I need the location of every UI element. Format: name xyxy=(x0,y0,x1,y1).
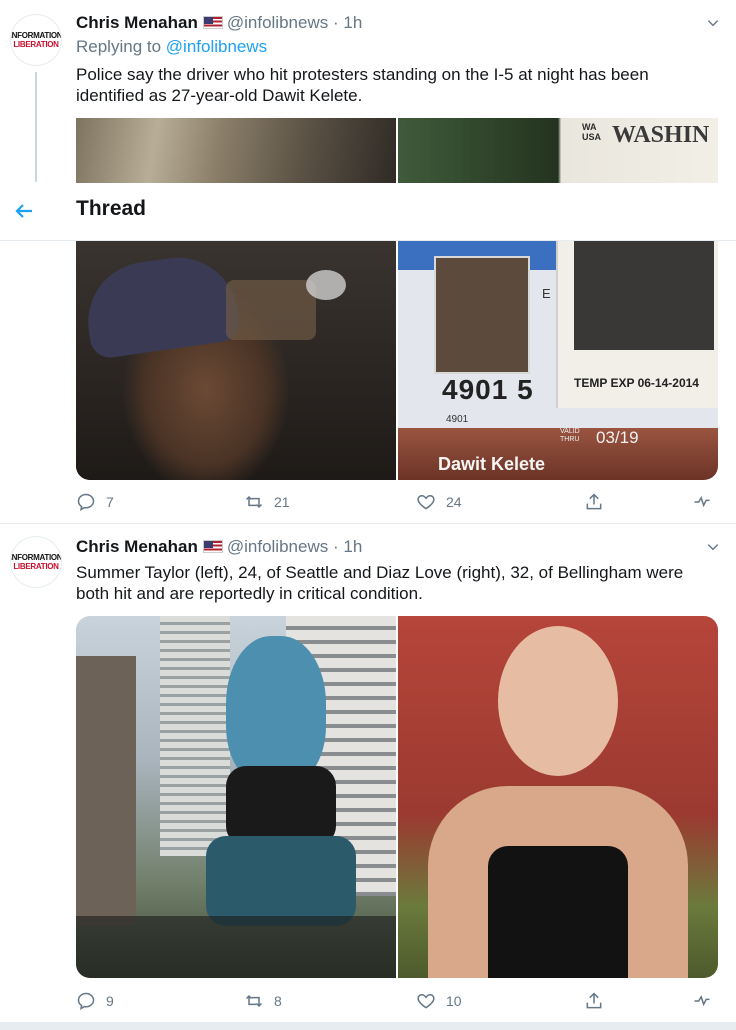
license-temp-exp: TEMP EXP 06-14-2014 xyxy=(574,376,699,390)
share-icon xyxy=(586,493,602,510)
retweet-icon xyxy=(245,994,263,1008)
reply-button[interactable]: 9 xyxy=(76,989,114,1013)
replying-to: Replying to @infolibnews xyxy=(76,37,268,56)
reply-icon xyxy=(77,493,95,511)
tweet-1[interactable]: INFORMATION LIBERATION Chris Menahan @inf… xyxy=(0,0,736,520)
tweet-text: Police say the driver who hit protesters… xyxy=(76,65,649,105)
timestamp[interactable]: 1h xyxy=(343,13,362,32)
tweet-text: Summer Taylor (left), 24, of Seattle and… xyxy=(76,563,684,603)
reply-count: 9 xyxy=(106,993,114,1009)
photo-driver-selfie[interactable] xyxy=(76,240,396,480)
analytics-button[interactable] xyxy=(692,490,722,514)
retweet-button[interactable]: 8 xyxy=(244,989,282,1013)
license-valid-date: 03/19 xyxy=(596,428,639,447)
retweet-count: 21 xyxy=(274,494,290,510)
photo-drivers-license[interactable]: E 4901 5 TEMP EXP 06-14-2014 4901 VALID … xyxy=(398,240,718,480)
avatar[interactable]: INFORMATION LIBERATION xyxy=(10,14,62,66)
thread-line xyxy=(35,72,37,182)
reply-handle-link[interactable]: @infolibnews xyxy=(166,37,267,56)
license-small-number: 4901 xyxy=(446,414,469,425)
share-button[interactable] xyxy=(584,989,614,1013)
like-count: 24 xyxy=(446,494,462,510)
thread-title: Thread xyxy=(76,197,147,220)
separator: · xyxy=(332,537,339,556)
reply-icon xyxy=(77,992,95,1010)
chevron-down-icon[interactable] xyxy=(706,540,719,552)
license-letter: E xyxy=(542,286,551,301)
license-name: Dawit Kelete xyxy=(438,454,546,474)
tweet-header: Chris Menahan @infolibnews · 1h xyxy=(76,12,362,34)
tweet-2[interactable]: INFORMATION LIBERATION Chris Menahan @inf… xyxy=(0,524,736,1022)
photo-room-top[interactable] xyxy=(76,118,396,184)
chevron-down-icon[interactable] xyxy=(706,16,719,28)
tweet-actions: 9 8 10 xyxy=(76,989,726,1013)
license-state-word: WASHIN xyxy=(612,122,710,148)
section-separator xyxy=(0,1022,736,1030)
avatar[interactable]: INFORMATION LIBERATION xyxy=(10,536,62,588)
reply-count: 7 xyxy=(106,494,114,510)
retweet-button[interactable]: 21 xyxy=(244,490,290,514)
us-flag-icon xyxy=(202,16,223,29)
license-number: 4901 5 xyxy=(442,374,534,405)
photo-diaz-love[interactable] xyxy=(398,616,718,978)
back-arrow-icon[interactable] xyxy=(12,199,36,223)
photo-id-top[interactable]: WA USA WASHIN xyxy=(398,118,718,184)
like-button[interactable]: 24 xyxy=(416,490,462,514)
thread-header: Thread xyxy=(0,183,736,241)
author-handle[interactable]: @infolibnews xyxy=(227,537,328,556)
like-count: 10 xyxy=(446,993,462,1009)
us-flag-icon xyxy=(202,540,223,553)
tweet-header: Chris Menahan @infolibnews · 1h xyxy=(76,536,362,558)
tweet-actions: 7 21 24 xyxy=(76,490,726,514)
share-button[interactable] xyxy=(584,490,614,514)
photo-summer-taylor[interactable] xyxy=(76,616,396,978)
separator: · xyxy=(332,13,339,32)
analytics-icon xyxy=(694,995,710,1007)
author-name[interactable]: Chris Menahan xyxy=(76,13,198,32)
reply-button[interactable]: 7 xyxy=(76,490,114,514)
author-handle[interactable]: @infolibnews xyxy=(227,13,328,32)
analytics-icon xyxy=(694,496,710,508)
timestamp[interactable]: 1h xyxy=(343,537,362,556)
retweet-count: 8 xyxy=(274,993,282,1009)
like-icon xyxy=(417,993,435,1009)
author-name[interactable]: Chris Menahan xyxy=(76,537,198,556)
like-icon xyxy=(417,494,435,510)
analytics-button[interactable] xyxy=(692,989,722,1013)
license-valid-label: VALID THRU xyxy=(560,428,580,443)
like-button[interactable]: 10 xyxy=(416,989,462,1013)
share-icon xyxy=(586,992,602,1009)
retweet-icon xyxy=(245,495,263,509)
